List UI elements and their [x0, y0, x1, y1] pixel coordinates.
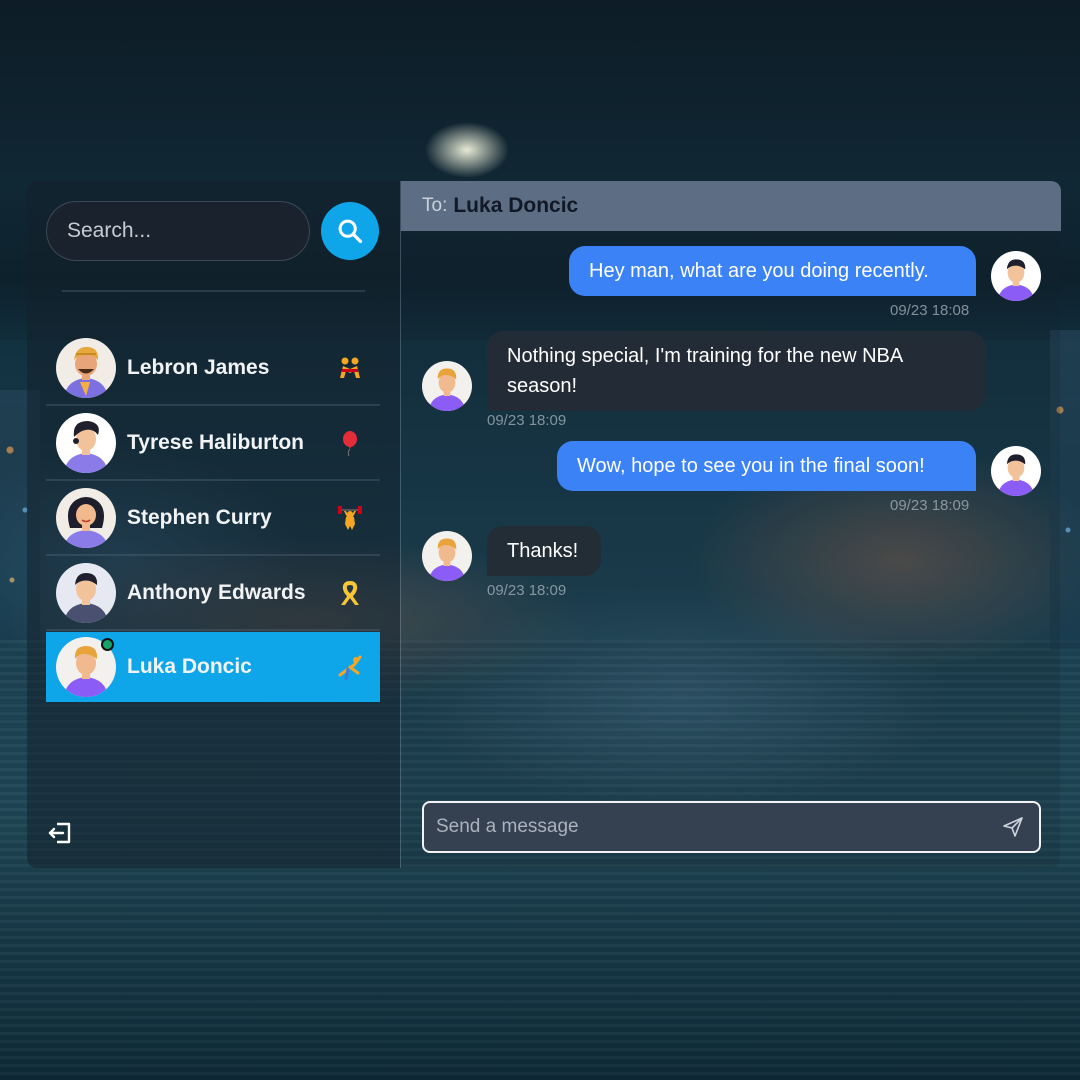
online-status-dot — [101, 638, 114, 651]
message-text: Nothing special, I'm training for the ne… — [507, 345, 903, 397]
avatar — [56, 562, 116, 623]
contact-name: Stephen Curry — [127, 505, 272, 529]
send-icon — [1003, 817, 1023, 837]
search-icon — [338, 219, 363, 244]
message-composer — [422, 801, 1041, 853]
sender-avatar — [991, 446, 1041, 496]
recipient-name: Luka Doncic — [453, 194, 579, 217]
message-text: Hey man, what are you doing recently. — [589, 260, 929, 282]
send-button[interactable] — [1001, 815, 1025, 839]
recipient-avatar — [422, 361, 472, 411]
avatar — [56, 412, 116, 473]
message-bubble-outgoing: Hey man, what are you doing recently. — [569, 246, 976, 296]
sidebar: Lebron James — [27, 181, 400, 868]
recipient-label: To: — [422, 195, 448, 216]
contact-item-anthony-edwards[interactable]: Anthony Edwards — [46, 556, 380, 631]
search-input[interactable] — [46, 201, 310, 261]
message-bubble-incoming: Thanks! — [487, 526, 601, 576]
contact-name: Anthony Edwards — [127, 580, 306, 604]
contact-item-tyrese-haliburton[interactable]: Tyrese Haliburton — [46, 406, 380, 481]
logout-button[interactable] — [47, 819, 77, 849]
message-input[interactable] — [424, 803, 994, 851]
contact-item-stephen-curry[interactable]: Stephen Curry — [46, 481, 380, 556]
message-timestamp: 09/23 18:08 — [890, 302, 970, 319]
contact-name: Lebron James — [127, 355, 270, 379]
wrestlers-icon — [330, 348, 370, 388]
avatar-wrapper — [56, 637, 116, 697]
message-text: Wow, hope to see you in the final soon! — [577, 455, 925, 477]
weightlifter-icon — [330, 498, 370, 538]
chat-header: To: Luka Doncic — [401, 181, 1061, 231]
message-bubble-outgoing: Wow, hope to see you in the final soon! — [557, 441, 976, 491]
chat-panel: To: Luka Doncic Hey man, what are you do… — [400, 181, 1061, 868]
message-timestamp: 09/23 18:09 — [487, 412, 567, 429]
contact-item-lebron-james[interactable]: Lebron James — [46, 331, 380, 406]
message-timestamp: 09/23 18:09 — [487, 582, 567, 599]
message-timestamp: 09/23 18:09 — [890, 497, 970, 514]
sender-avatar — [991, 251, 1041, 301]
avatar — [56, 487, 116, 548]
contact-name: Tyrese Haliburton — [127, 430, 304, 454]
logout-icon — [48, 822, 71, 844]
recipient-avatar — [422, 531, 472, 581]
message-bubble-incoming: Nothing special, I'm training for the ne… — [487, 331, 985, 411]
contact-item-luka-doncic[interactable]: Luka Doncic — [46, 632, 380, 702]
search-button[interactable] — [321, 202, 379, 260]
cartwheel-icon — [330, 647, 370, 687]
contact-list: Lebron James Tyrese Haliburton Stephen C… — [46, 331, 380, 702]
sidebar-divider — [62, 290, 365, 292]
ribbon-icon — [330, 573, 370, 613]
contact-name: Luka Doncic — [127, 655, 252, 678]
message-text: Thanks! — [507, 540, 579, 562]
avatar — [56, 337, 116, 398]
balloon-icon — [330, 423, 370, 463]
